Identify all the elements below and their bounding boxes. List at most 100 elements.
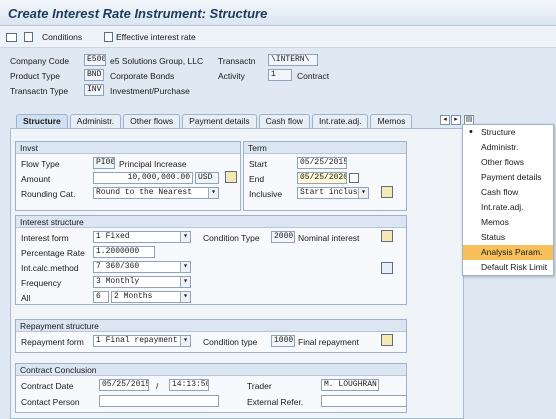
amount-calculator-icon[interactable] xyxy=(225,171,237,183)
menu-item-payment-details[interactable]: Payment details xyxy=(463,170,553,185)
calculator-icon xyxy=(104,32,113,42)
tab-payment-details[interactable]: Payment details xyxy=(182,114,257,128)
amount-field[interactable]: 10,000,000.00 xyxy=(93,172,193,184)
start-date-field[interactable]: 05/25/2015 xyxy=(297,157,347,169)
transaction-field[interactable]: \INTERN\ xyxy=(268,54,318,66)
menu-item-administr[interactable]: Administr. xyxy=(463,140,553,155)
inclusive-select[interactable]: Start inclusive xyxy=(297,187,369,199)
repayment-form-label: Repayment form xyxy=(21,337,84,347)
repayment-structure-title: Repayment structure xyxy=(16,320,406,332)
percentage-rate-label: Percentage Rate xyxy=(21,248,85,258)
activity-name: Contract xyxy=(297,71,330,81)
invst-group-title: Invst xyxy=(16,142,240,154)
trader-field[interactable]: M. LOUGHRAN xyxy=(321,379,379,391)
tab-strip: Structure Administr. Other flows Payment… xyxy=(16,114,414,128)
activity-field[interactable]: 1 xyxy=(268,69,292,81)
contract-date-field[interactable]: 05/25/2015 xyxy=(99,379,149,391)
interest-structure-group: Interest structure xyxy=(15,215,407,305)
transaction-type-field[interactable]: INV xyxy=(84,84,104,96)
contract-time-field[interactable]: 14:13:50 xyxy=(169,379,209,391)
external-reference-field[interactable] xyxy=(321,395,407,407)
tab-cash-flow[interactable]: Cash flow xyxy=(258,114,310,128)
end-label: End xyxy=(249,174,265,184)
interest-form-label: Interest form xyxy=(21,233,69,243)
repayment-condition-detail-icon[interactable] xyxy=(381,334,393,346)
menu-item-status[interactable]: Status xyxy=(463,230,553,245)
all-unit-select[interactable]: 2 Months xyxy=(111,291,191,303)
amount-label: Amount xyxy=(21,174,51,184)
menu-item-default-risk-limit[interactable]: Default Risk Limit xyxy=(463,260,553,275)
interest-condition-type-name: Nominal interest xyxy=(298,233,360,243)
interest-form-select[interactable]: 1 Fixed xyxy=(93,231,191,243)
product-name: Corporate Bonds xyxy=(110,71,175,81)
effective-interest-label: Effective interest rate xyxy=(116,32,196,42)
percentage-rate-field[interactable]: 1.2000000 xyxy=(93,246,155,258)
interest-condition-type-label: Condition Type xyxy=(203,233,260,243)
tab-other-flows[interactable]: Other flows xyxy=(123,114,181,128)
menu-item-analysis-param[interactable]: Analysis Param. xyxy=(463,245,553,260)
company-code-label: Company Code xyxy=(10,56,70,66)
repayment-condition-type-label: Condition type xyxy=(203,337,258,347)
calc-method-select[interactable]: 7 360/360 xyxy=(93,261,191,273)
tab-administr[interactable]: Administr. xyxy=(69,114,122,128)
menu-item-memos[interactable]: Memos xyxy=(463,215,553,230)
flow-type-label: Flow Type xyxy=(21,159,60,169)
repayment-form-select[interactable]: 1 Final repayment xyxy=(93,335,191,347)
transaction-type-name: Investment/Purchase xyxy=(110,86,190,96)
list-icon xyxy=(24,32,33,42)
contract-date-label: Contract Date xyxy=(21,381,74,391)
effective-interest-button[interactable]: Effective interest rate xyxy=(104,30,196,44)
product-type-field[interactable]: BND xyxy=(84,69,104,81)
start-label: Start xyxy=(249,159,267,169)
interest-condition-detail-icon[interactable] xyxy=(381,230,393,242)
company-name: e5 Solutions Group, LLC xyxy=(110,56,204,66)
contract-conclusion-title: Contract Conclusion xyxy=(16,364,406,376)
term-detail-icon[interactable] xyxy=(381,186,393,198)
end-date-field[interactable]: 05/25/2020 xyxy=(297,172,347,184)
tab-scroll-left-button[interactable]: ◂ xyxy=(440,115,450,125)
rounding-label: Rounding Cat. xyxy=(21,189,76,199)
frequency-label: Frequency xyxy=(21,278,62,288)
rounding-select[interactable]: Round to the Nearest xyxy=(93,187,219,199)
calc-method-detail-icon[interactable] xyxy=(381,262,393,274)
calendar-icon[interactable] xyxy=(349,173,359,183)
flow-type-name: Principal Increase xyxy=(119,159,187,169)
activity-label: Activity xyxy=(218,71,245,81)
conditions-label: Conditions xyxy=(42,32,83,42)
tab-scroll-right-button[interactable]: ▸ xyxy=(451,115,461,125)
repayment-condition-type-field[interactable]: 1000 xyxy=(271,335,295,347)
structure-tab-panel: Invst Flow Type PI00 Principal Increase … xyxy=(10,128,464,419)
interest-structure-title: Interest structure xyxy=(16,216,406,228)
tab-list-menu: Structure Administr. Other flows Payment… xyxy=(462,124,554,276)
contact-person-field[interactable] xyxy=(99,395,219,407)
inclusive-label: Inclusive xyxy=(249,189,283,199)
term-group-title: Term xyxy=(244,142,406,154)
calc-method-label: Int.calc.method xyxy=(21,263,79,273)
currency-field[interactable]: USD xyxy=(195,172,219,184)
conditions-button[interactable]: Conditions xyxy=(24,30,82,44)
frequency-select[interactable]: 3 Monthly xyxy=(93,276,191,288)
tab-structure[interactable]: Structure xyxy=(16,114,68,128)
trader-label: Trader xyxy=(247,381,272,391)
contact-person-label: Contact Person xyxy=(21,397,80,407)
transaction-label: Transactn xyxy=(218,56,256,66)
application-toolbar: Conditions Effective interest rate xyxy=(0,26,556,48)
menu-item-structure[interactable]: Structure xyxy=(463,125,553,140)
structure-toggle-button[interactable] xyxy=(6,30,17,44)
company-code-field[interactable]: E500 xyxy=(84,54,106,66)
flow-type-field[interactable]: PI00 xyxy=(93,157,115,169)
repayment-condition-type-name: Final repayment xyxy=(298,337,359,347)
tab-int-rate-adj[interactable]: Int.rate.adj. xyxy=(311,114,369,128)
menu-item-cash-flow[interactable]: Cash flow xyxy=(463,185,553,200)
page-title: Create Interest Rate Instrument: Structu… xyxy=(8,6,268,21)
menu-item-other-flows[interactable]: Other flows xyxy=(463,155,553,170)
interest-condition-type-field[interactable]: 2000 xyxy=(271,231,295,243)
date-time-separator: / xyxy=(156,381,159,391)
repayment-structure-group: Repayment structure xyxy=(15,319,407,353)
all-value-field[interactable]: 6 xyxy=(93,291,109,303)
all-label: All xyxy=(21,293,31,303)
transaction-type-label: Transactn Type xyxy=(10,86,69,96)
tab-memos[interactable]: Memos xyxy=(370,114,413,128)
menu-item-int-rate-adj[interactable]: Int.rate.adj. xyxy=(463,200,553,215)
product-type-label: Product Type xyxy=(10,71,60,81)
